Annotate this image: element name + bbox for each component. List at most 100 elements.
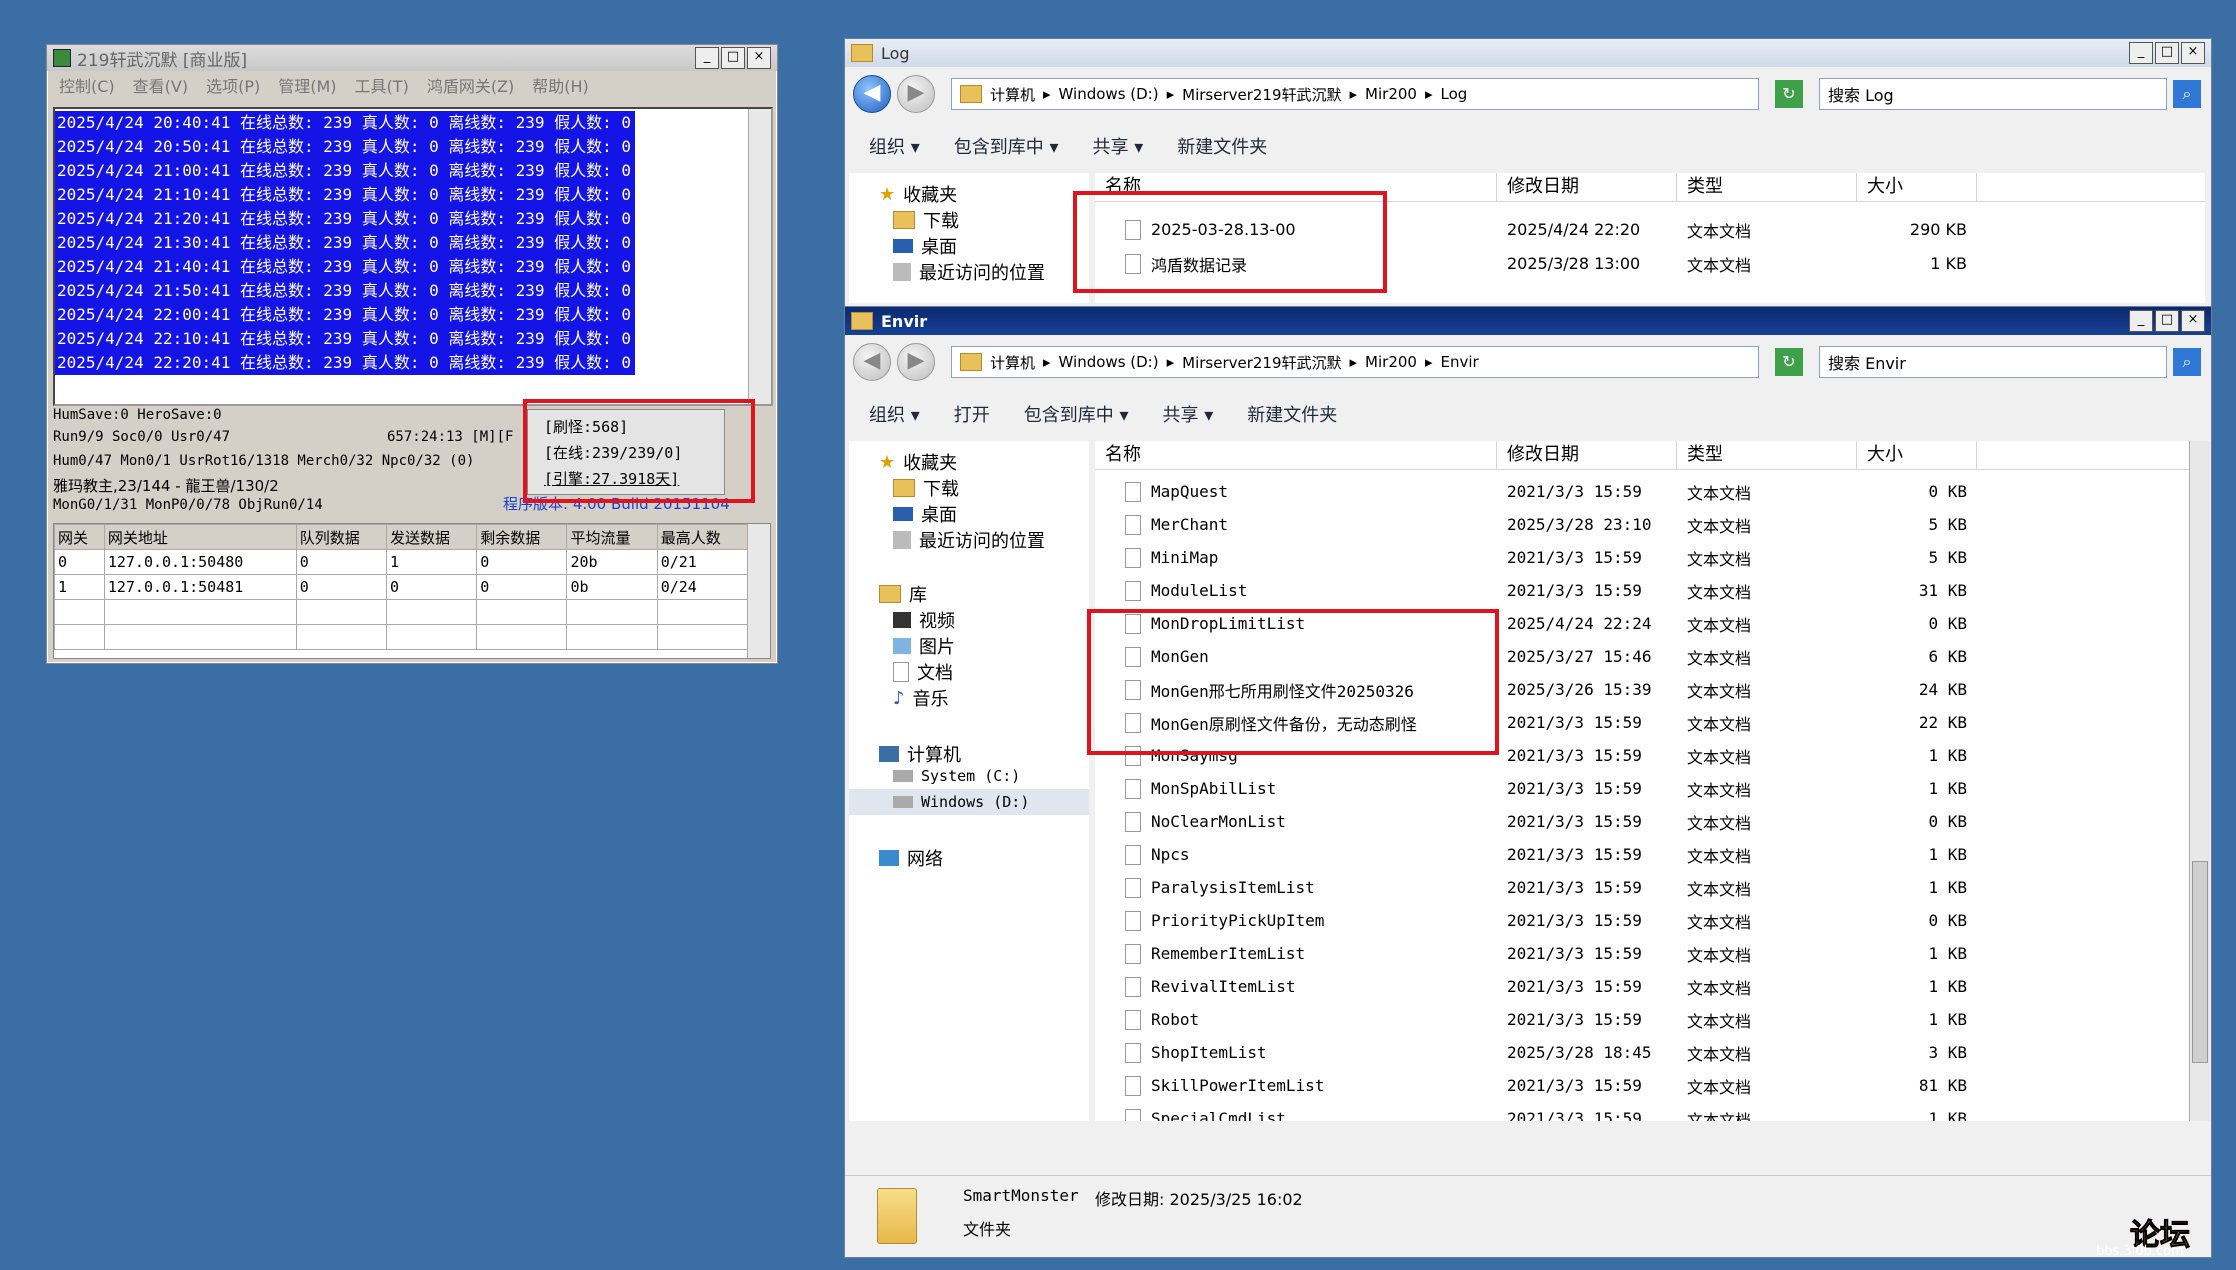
list-item[interactable]: ModuleList 2021/3/3 15:59 文本文档 31 KB [1095, 574, 1967, 607]
col-gateway[interactable]: 网关 [54, 524, 105, 550]
menu-options[interactable]: 选项(P) [206, 73, 260, 97]
share-button[interactable]: 共享 ▾ [1163, 401, 1214, 427]
menu-tools[interactable]: 工具(T) [355, 73, 409, 97]
scroll-thumb[interactable] [2192, 861, 2208, 1063]
breadcrumb-item[interactable]: Mir200 [1365, 353, 1417, 371]
breadcrumb-item[interactable]: 计算机 [990, 84, 1035, 105]
list-item[interactable]: MiniMap 2021/3/3 15:59 文本文档 5 KB [1095, 541, 1967, 574]
organize-button[interactable]: 组织 ▾ [869, 401, 920, 427]
breadcrumb-item[interactable]: Mirserver219轩武沉默 [1182, 84, 1341, 105]
list-item[interactable]: Npcs 2021/3/3 15:59 文本文档 1 KB [1095, 838, 1967, 871]
new-folder-button[interactable]: 新建文件夹 [1177, 133, 1267, 159]
breadcrumb-item[interactable]: Mirserver219轩武沉默 [1182, 352, 1341, 373]
col-size[interactable]: 大小 [1857, 173, 1977, 201]
col-sent[interactable]: 发送数据 [385, 524, 478, 550]
col-modified[interactable]: 修改日期 [1497, 173, 1677, 201]
col-size[interactable]: 大小 [1857, 441, 1977, 469]
menu-control[interactable]: 控制(C) [59, 73, 115, 97]
list-item[interactable]: RememberItemList 2021/3/3 15:59 文本文档 1 KB [1095, 937, 1967, 970]
close-button[interactable]: × [2181, 310, 2205, 332]
nav-documents[interactable]: 文档 [893, 659, 953, 685]
col-remaining[interactable]: 剩余数据 [476, 524, 568, 550]
log-scrollbar[interactable] [748, 109, 771, 404]
menu-manage[interactable]: 管理(M) [278, 73, 336, 97]
list-item[interactable]: PriorityPickUpItem 2021/3/3 15:59 文本文档 0 KB [1095, 904, 1967, 937]
search-icon[interactable]: ⌕ [2173, 80, 2201, 108]
list-item[interactable]: ShopItemList 2025/3/28 18:45 文本文档 3 KB [1095, 1036, 1967, 1069]
refresh-button[interactable]: ↻ [1775, 80, 1803, 108]
table-scrollbar[interactable] [747, 524, 770, 658]
list-item[interactable]: NoClearMonList 2021/3/3 15:59 文本文档 0 KB [1095, 805, 1967, 838]
maximize-button[interactable]: □ [721, 47, 745, 69]
nav-desktop[interactable]: 桌面 [893, 233, 957, 259]
back-button[interactable]: ◀ [853, 343, 891, 381]
back-button[interactable]: ◀ [853, 75, 891, 113]
nav-recent[interactable]: 最近访问的位置 [893, 259, 1045, 285]
nav-libraries[interactable]: 库 [879, 581, 927, 607]
address-bar[interactable]: 计算机 ▸ Windows (D:) ▸ Mirserver219轩武沉默 ▸ Mir… [951, 346, 1759, 378]
forward-button[interactable]: ▶ [897, 343, 935, 381]
close-button[interactable]: × [747, 47, 771, 69]
col-avg-traffic[interactable]: 平均流量 [566, 524, 658, 550]
list-item[interactable]: MerChant 2025/3/28 23:10 文本文档 5 KB [1095, 508, 1967, 541]
list-item[interactable]: SpecialCmdList 2021/3/3 15:59 文本文档 1 KB [1095, 1102, 1967, 1121]
nav-drive-d[interactable]: Windows (D:) [849, 789, 1089, 815]
include-library-button[interactable]: 包含到库中 ▾ [954, 133, 1059, 159]
list-item[interactable]: MapQuest 2021/3/3 15:59 文本文档 0 KB [1095, 475, 1967, 508]
envir-scrollbar[interactable] [2189, 441, 2210, 1121]
nav-downloads[interactable]: 下载 [893, 207, 959, 233]
col-type[interactable]: 类型 [1677, 441, 1857, 469]
menu-gateway[interactable]: 鸿盾网关(Z) [427, 73, 514, 97]
list-item[interactable]: SkillPowerItemList 2021/3/3 15:59 文本文档 81 K… [1095, 1069, 1967, 1102]
maximize-button[interactable]: □ [2155, 310, 2179, 332]
nav-desktop[interactable]: 桌面 [893, 501, 957, 527]
minimize-button[interactable]: _ [695, 47, 719, 69]
address-bar[interactable]: 计算机 ▸ Windows (D:) ▸ Mirserver219轩武沉默 ▸ Mir… [951, 78, 1759, 110]
nav-music[interactable]: ♪ 音乐 [893, 685, 949, 711]
nav-favorites[interactable]: ★ 收藏夹 [879, 449, 957, 475]
nav-computer[interactable]: 计算机 [879, 741, 961, 767]
share-button[interactable]: 共享 ▾ [1093, 133, 1144, 159]
include-library-button[interactable]: 包含到库中 ▾ [1024, 401, 1129, 427]
col-queue[interactable]: 队列数据 [295, 524, 387, 550]
col-type[interactable]: 类型 [1677, 173, 1857, 201]
nav-favorites[interactable]: ★ 收藏夹 [879, 181, 957, 207]
list-item[interactable]: Robot 2021/3/3 15:59 文本文档 1 KB [1095, 1003, 1967, 1036]
breadcrumb-item[interactable]: Mir200 [1365, 85, 1417, 103]
search-input[interactable]: 搜索 Log [1819, 78, 2167, 110]
nav-videos[interactable]: 视频 [893, 607, 955, 633]
menu-view[interactable]: 查看(V) [133, 73, 188, 97]
search-icon[interactable]: ⌕ [2173, 348, 2201, 376]
nav-downloads[interactable]: 下载 [893, 475, 959, 501]
breadcrumb-item[interactable]: 计算机 [990, 352, 1035, 373]
nav-network[interactable]: 网络 [879, 845, 943, 871]
breadcrumb-item[interactable]: Envir [1441, 353, 1479, 371]
minimize-button[interactable]: _ [2129, 42, 2153, 64]
table-row[interactable]: 0 127.0.0.1:50480 0 1 0 20b 0/21 [54, 549, 749, 575]
open-button[interactable]: 打开 [954, 401, 990, 427]
new-folder-button[interactable]: 新建文件夹 [1247, 401, 1337, 427]
col-modified[interactable]: 修改日期 [1497, 441, 1677, 469]
refresh-button[interactable]: ↻ [1775, 348, 1803, 376]
list-item[interactable]: MonSpAbilList 2021/3/3 15:59 文本文档 1 KB [1095, 772, 1967, 805]
forward-button[interactable]: ▶ [897, 75, 935, 113]
organize-button[interactable]: 组织 ▾ [869, 133, 920, 159]
server-log[interactable]: 2025/4/24 20:40:41 在线总数: 239 真人数: 0 离线数:… [53, 107, 773, 406]
col-max-users[interactable]: 最高人数 [656, 524, 749, 550]
nav-pictures[interactable]: 图片 [893, 633, 955, 659]
nav-drive-c[interactable]: System (C:) [893, 767, 1020, 785]
breadcrumb-item[interactable]: Windows (D:) [1059, 353, 1159, 371]
menu-help[interactable]: 帮助(H) [532, 73, 589, 97]
maximize-button[interactable]: □ [2155, 42, 2179, 64]
close-button[interactable]: × [2181, 42, 2205, 64]
search-input[interactable]: 搜索 Envir [1819, 346, 2167, 378]
table-row[interactable]: 1 127.0.0.1:50481 0 0 0 0b 0/24 [54, 574, 749, 600]
breadcrumb-item[interactable]: Windows (D:) [1059, 85, 1159, 103]
gateway-table[interactable]: 网关 网关地址 队列数据 发送数据 剩余数据 平均流量 最高人数 0 127.0… [53, 523, 771, 659]
col-address[interactable]: 网关地址 [103, 524, 297, 550]
col-name[interactable]: 名称 [1095, 441, 1497, 469]
nav-recent[interactable]: 最近访问的位置 [893, 527, 1045, 553]
list-item[interactable]: RevivalItemList 2021/3/3 15:59 文本文档 1 KB [1095, 970, 1967, 1003]
breadcrumb-item[interactable]: Log [1441, 85, 1468, 103]
minimize-button[interactable]: _ [2129, 310, 2153, 332]
